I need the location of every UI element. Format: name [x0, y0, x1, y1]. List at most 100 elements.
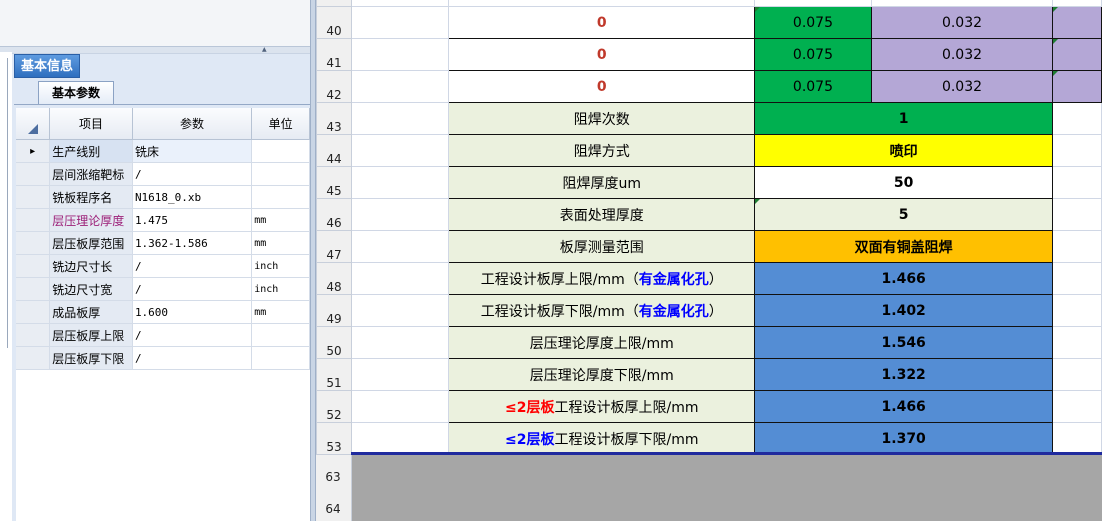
- cell-purple-value[interactable]: 0.032: [870, 38, 1054, 71]
- row-header[interactable]: 63: [316, 470, 350, 484]
- grid-corner[interactable]: [16, 108, 51, 140]
- tab-basic-params[interactable]: 基本参数: [38, 81, 114, 104]
- row-header[interactable]: 53: [316, 422, 352, 455]
- param-item[interactable]: 铣边尺寸宽: [49, 277, 133, 301]
- cell-label[interactable]: ≤2层板工程设计板厚上限/mm: [448, 390, 756, 423]
- param-value[interactable]: /: [132, 254, 253, 278]
- cell[interactable]: [1052, 166, 1102, 199]
- param-item[interactable]: 成品板厚: [49, 300, 133, 324]
- param-unit[interactable]: inch: [251, 254, 310, 278]
- cell-label[interactable]: 阻焊厚度um: [448, 166, 756, 199]
- param-value[interactable]: N1618_0.xb: [132, 185, 253, 209]
- cell[interactable]: [350, 422, 450, 455]
- tab-basic-info[interactable]: 基本信息: [14, 54, 80, 78]
- cell-label[interactable]: 板厚测量范围: [448, 230, 756, 263]
- cell[interactable]: [1052, 230, 1102, 263]
- cell-value[interactable]: 5: [754, 198, 1054, 231]
- cell[interactable]: [350, 166, 450, 199]
- row-header[interactable]: 64: [316, 502, 350, 516]
- row-header[interactable]: 45: [316, 166, 352, 199]
- row-selector[interactable]: [16, 323, 51, 347]
- row-selector[interactable]: [16, 254, 51, 278]
- row-header[interactable]: 44: [316, 134, 352, 167]
- cell-value[interactable]: 1.546: [754, 326, 1054, 359]
- cell[interactable]: [1052, 102, 1102, 135]
- cell-label[interactable]: 工程设计板厚下限/mm（有金属化孔）: [448, 294, 756, 327]
- cell-value[interactable]: 1.370: [754, 422, 1054, 455]
- row-selector-icon[interactable]: ▸: [16, 139, 51, 163]
- cell[interactable]: [1052, 390, 1102, 423]
- row-header[interactable]: 40: [316, 6, 352, 39]
- cell-value[interactable]: 双面有铜盖阻焊: [754, 230, 1054, 263]
- cell-value[interactable]: 喷印: [754, 134, 1054, 167]
- param-item[interactable]: 层压板厚上限: [49, 323, 133, 347]
- cell[interactable]: [1052, 198, 1102, 231]
- cell-value[interactable]: 50: [754, 166, 1054, 199]
- cell-label[interactable]: 层压理论厚度上限/mm: [448, 326, 756, 359]
- cell-value[interactable]: 1.402: [754, 294, 1054, 327]
- params-row[interactable]: 铣板程序名 N1618_0.xb: [16, 185, 310, 209]
- cell-green-value[interactable]: 0.075: [754, 6, 872, 39]
- param-unit[interactable]: [251, 139, 310, 163]
- row-header[interactable]: 41: [316, 38, 352, 71]
- row-header[interactable]: 46: [316, 198, 352, 231]
- params-row[interactable]: 层压理论厚度 1.475 mm: [16, 208, 310, 232]
- cell[interactable]: [350, 390, 450, 423]
- cell[interactable]: [350, 134, 450, 167]
- param-value[interactable]: /: [132, 323, 253, 347]
- cell[interactable]: [1052, 134, 1102, 167]
- cell[interactable]: [350, 102, 450, 135]
- params-row[interactable]: ▸ 生产线别 铣床: [16, 139, 310, 163]
- row-header[interactable]: 43: [316, 102, 352, 135]
- cell[interactable]: [350, 38, 450, 71]
- row-header[interactable]: 52: [316, 390, 352, 423]
- cell-label[interactable]: 层压理论厚度下限/mm: [448, 358, 756, 391]
- param-unit[interactable]: mm: [251, 208, 310, 232]
- row-header[interactable]: 47: [316, 230, 352, 263]
- param-item[interactable]: 层压板厚下限: [49, 346, 133, 370]
- row-header[interactable]: 50: [316, 326, 352, 359]
- param-item[interactable]: 生产线别: [49, 139, 133, 163]
- param-value[interactable]: /: [132, 162, 253, 186]
- param-unit[interactable]: [251, 185, 310, 209]
- cell-label[interactable]: ≤2层板工程设计板厚下限/mm: [448, 422, 756, 455]
- cell-value[interactable]: 1.466: [754, 262, 1054, 295]
- params-row[interactable]: 层压板厚下限 /: [16, 346, 310, 370]
- cell-value[interactable]: 1.466: [754, 390, 1054, 423]
- param-item-highlighted[interactable]: 层压理论厚度: [49, 208, 133, 232]
- column-header-item[interactable]: 项目: [49, 108, 133, 140]
- row-selector[interactable]: [16, 162, 51, 186]
- column-header-unit[interactable]: 单位: [251, 108, 310, 140]
- cell[interactable]: [1052, 326, 1102, 359]
- column-header-value[interactable]: 参数: [132, 108, 253, 140]
- cell-zero-value[interactable]: 0: [448, 70, 756, 103]
- row-selector[interactable]: [16, 277, 51, 301]
- cell-label[interactable]: 阻焊方式: [448, 134, 756, 167]
- cell[interactable]: [1052, 38, 1102, 71]
- cell[interactable]: [1052, 262, 1102, 295]
- param-item[interactable]: 层压板厚范围: [49, 231, 133, 255]
- row-header[interactable]: 51: [316, 358, 352, 391]
- param-unit[interactable]: [251, 323, 310, 347]
- row-selector[interactable]: [16, 208, 51, 232]
- params-row[interactable]: 铣边尺寸长 / inch: [16, 254, 310, 278]
- param-item[interactable]: 铣边尺寸长: [49, 254, 133, 278]
- row-header[interactable]: 42: [316, 70, 352, 103]
- cell-purple-value[interactable]: 0.032: [870, 6, 1054, 39]
- params-row[interactable]: 层压板厚上限 /: [16, 323, 310, 347]
- param-unit[interactable]: inch: [251, 277, 310, 301]
- row-selector[interactable]: [16, 346, 51, 370]
- cell[interactable]: [1052, 358, 1102, 391]
- param-value[interactable]: 1.475: [132, 208, 253, 232]
- param-item[interactable]: 铣板程序名: [49, 185, 133, 209]
- cell-zero-value[interactable]: 0: [448, 6, 756, 39]
- panel-splitter[interactable]: ▲ ■■■■■■■■■: [0, 46, 310, 54]
- cell[interactable]: [1052, 294, 1102, 327]
- cell[interactable]: [350, 358, 450, 391]
- params-row[interactable]: 层压板厚范围 1.362-1.586 mm: [16, 231, 310, 255]
- splitter-grip-icon[interactable]: ▲ ■■■■■■■■■: [262, 47, 308, 53]
- cell-value[interactable]: 1: [754, 102, 1054, 135]
- cell[interactable]: [1052, 422, 1102, 455]
- cell[interactable]: [350, 262, 450, 295]
- params-row[interactable]: 铣边尺寸宽 / inch: [16, 277, 310, 301]
